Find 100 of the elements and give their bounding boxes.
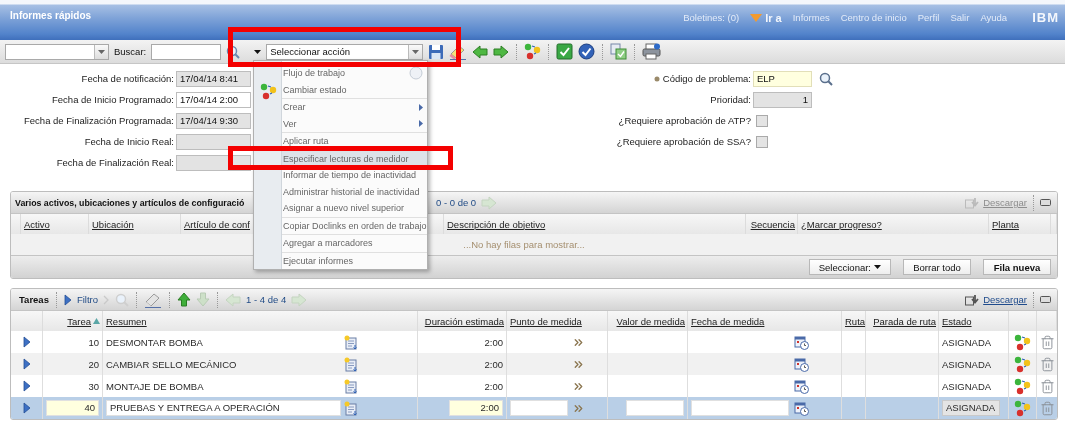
column-header[interactable]: Secuencia: [750, 218, 795, 230]
column-header[interactable]: Activo: [24, 218, 50, 230]
note-icon[interactable]: [344, 400, 359, 416]
filter-toggle-icon[interactable]: [63, 293, 72, 306]
date-field[interactable]: [176, 133, 251, 150]
task-number-field[interactable]: 40: [46, 400, 99, 416]
lookup-field[interactable]: ELP: [753, 70, 812, 87]
trash-icon[interactable]: [1040, 356, 1055, 372]
column-header[interactable]: Punto de medida: [510, 315, 582, 327]
calendar-clock-icon[interactable]: [794, 356, 809, 372]
panel-button[interactable]: Borrar todo: [903, 259, 971, 275]
column-header[interactable]: Resumen: [106, 315, 147, 327]
query-select[interactable]: [5, 43, 109, 60]
date-field[interactable]: 17/04/14 9:30: [176, 112, 251, 129]
search-icon[interactable]: [226, 44, 241, 59]
colored-dots-icon[interactable]: [524, 43, 542, 60]
panel-title: Varios activos, ubicaciones y artículos de configuració: [15, 197, 245, 208]
column-header[interactable]: Estado: [942, 315, 972, 327]
menu-item[interactable]: Crear: [254, 99, 427, 116]
column-header[interactable]: ¿Marcar progreso?: [801, 218, 882, 230]
colored-dots-icon[interactable]: [1014, 333, 1031, 351]
column-header[interactable]: Descripción de objetivo: [447, 218, 546, 230]
table-cell: 2:00: [484, 336, 503, 348]
column-header[interactable]: Ruta: [845, 315, 866, 327]
download-link[interactable]: Descargar: [983, 294, 1027, 305]
filter-link[interactable]: Filtro: [76, 294, 99, 305]
search-icon[interactable]: [819, 71, 833, 86]
logo: IBM: [1032, 10, 1059, 25]
column-header[interactable]: Planta: [992, 218, 1019, 230]
left-arrow-icon[interactable]: [472, 44, 489, 59]
colored-dots-icon[interactable]: [1014, 377, 1031, 395]
summary-field[interactable]: PRUEBAS Y ENTREGA A OPERACIÓN: [106, 400, 341, 416]
table-cell: ASIGNADA: [942, 336, 992, 348]
documents-icon[interactable]: [610, 43, 628, 60]
trash-icon[interactable]: [1040, 334, 1055, 350]
checkbox[interactable]: [756, 114, 768, 127]
date-field[interactable]: 17/04/14 8:41: [176, 70, 251, 87]
menu-item[interactable]: Asignar a nuevo nivel superior: [254, 200, 427, 217]
required-icon: [653, 75, 660, 82]
measure-value-field[interactable]: [626, 400, 684, 416]
note-icon[interactable]: [344, 378, 359, 394]
column-header[interactable]: Ubicación: [92, 218, 134, 230]
checkbox[interactable]: [756, 135, 768, 148]
table-row[interactable]: 20 CAMBIAR SELLO MECÁNICO 2:00 ASIGNADA: [11, 353, 1057, 375]
duration-field[interactable]: 2:00: [449, 400, 503, 416]
measure-date-field[interactable]: [691, 400, 789, 416]
colored-dots-icon[interactable]: [1014, 399, 1031, 417]
minimize-icon[interactable]: [1040, 296, 1051, 303]
right-arrow-icon[interactable]: [493, 44, 510, 59]
row-expand-icon[interactable]: [22, 380, 31, 392]
colored-dots-icon[interactable]: [1014, 355, 1031, 373]
row-expand-icon[interactable]: [22, 358, 31, 370]
row-expand-icon[interactable]: [22, 336, 31, 348]
table-row[interactable]: 40 PRUEBAS Y ENTREGA A OPERACIÓN 2:00 ASIGNADA: [11, 397, 1057, 419]
select-menu-button[interactable]: Seleccionar:: [808, 259, 891, 275]
note-icon[interactable]: [344, 356, 359, 372]
menu-item[interactable]: Informar de tiempo de inactividad: [254, 167, 427, 184]
calendar-clock-icon[interactable]: [794, 400, 809, 416]
menu-item[interactable]: Ver: [254, 115, 427, 132]
trash-icon[interactable]: [1040, 378, 1055, 394]
column-header[interactable]: Artículo de conf: [184, 218, 250, 230]
up-arrow-icon[interactable]: [177, 292, 192, 307]
column-header[interactable]: Valor de medida: [616, 315, 685, 327]
submenu-arrow-icon: [419, 120, 423, 128]
search-label: Buscar:: [114, 46, 147, 57]
field-label: Código de problema:: [662, 73, 751, 84]
calendar-clock-icon[interactable]: [794, 334, 809, 350]
text-field[interactable]: 1: [753, 91, 812, 108]
date-field[interactable]: 17/04/14 2:00: [176, 91, 251, 108]
note-icon[interactable]: [344, 334, 359, 350]
pager-text: 0 - 0 de 0: [436, 197, 477, 208]
field-label: ¿Requiere aprobación de SSA?: [616, 136, 751, 147]
colored-dots-icon: [260, 82, 277, 100]
menu-item[interactable]: Administrar historial de inactividad: [254, 183, 427, 200]
printer-icon[interactable]: [642, 43, 662, 60]
field-label: Fecha de Finalización Real:: [56, 157, 174, 168]
caret-icon: [254, 49, 262, 54]
column-header[interactable]: Duración estimada: [424, 315, 504, 327]
table-cell: CAMBIAR SELLO MECÁNICO: [106, 358, 237, 370]
menu-item[interactable]: Cambiar estado: [254, 81, 427, 98]
save-icon[interactable]: [428, 43, 445, 60]
menu-item[interactable]: Agregar a marcadores: [254, 235, 427, 252]
check-square-icon[interactable]: [556, 43, 574, 60]
column-header[interactable]: Fecha de medida: [691, 315, 765, 327]
menu-item[interactable]: Ejecutar informes: [254, 252, 427, 269]
check-circle-icon[interactable]: [578, 43, 596, 60]
menu-item[interactable]: Flujo de trabajo: [254, 65, 427, 82]
menu-item[interactable]: Copiar Doclinks en orden de trabajo: [254, 217, 427, 234]
menu-item[interactable]: Aplicar ruta: [254, 133, 427, 150]
action-select[interactable]: Seleccionar acción: [266, 43, 424, 60]
meter-field[interactable]: [510, 400, 568, 416]
column-header[interactable]: Parada de ruta: [873, 315, 936, 327]
caret-icon: [98, 49, 105, 54]
calendar-clock-icon[interactable]: [794, 378, 809, 394]
minimize-icon[interactable]: [1040, 199, 1051, 206]
column-header[interactable]: Tarea: [67, 315, 100, 327]
panel-button[interactable]: Fila nueva: [983, 259, 1051, 275]
search-field[interactable]: [151, 43, 222, 60]
row-expand-icon[interactable]: [22, 402, 31, 414]
table-cell: MONTAJE DE BOMBA: [106, 380, 204, 392]
